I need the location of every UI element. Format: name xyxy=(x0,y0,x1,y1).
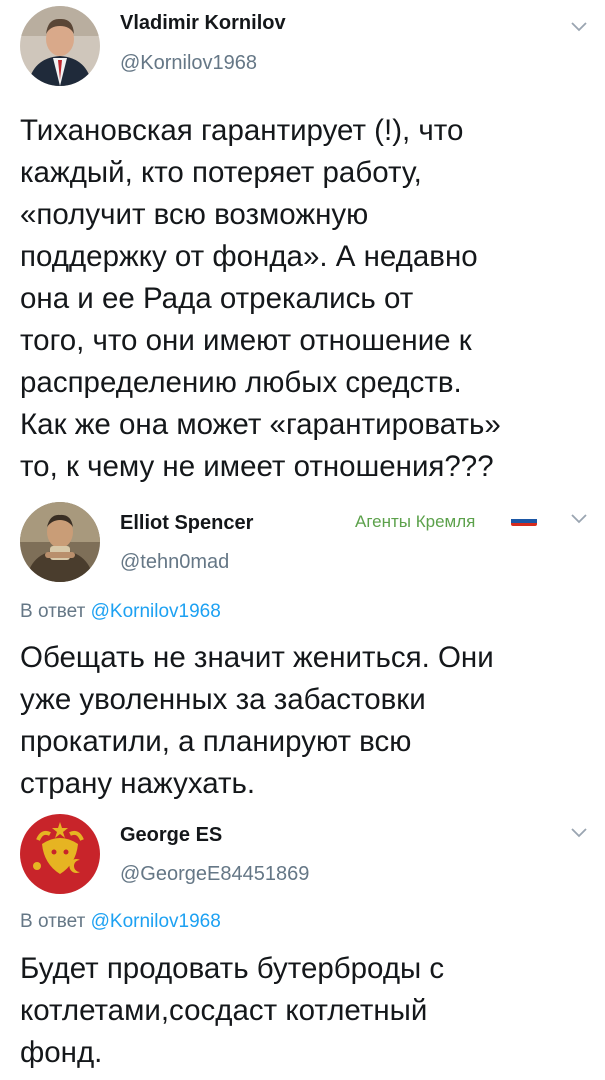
chevron-down-icon[interactable] xyxy=(571,514,587,524)
reply-mention-link[interactable]: @Kornilov1968 xyxy=(91,601,221,622)
display-name[interactable]: George ES xyxy=(120,824,222,847)
tweet-text-line: то, к чему не имеет отношения??? xyxy=(20,450,494,483)
display-name[interactable]: Vladimir Kornilov xyxy=(120,12,286,35)
avatar-portrait xyxy=(20,502,100,582)
tweet-text-line: Как же она может «гарантировать» xyxy=(20,408,501,441)
tweet-text-line: того, что они имеют отношение к xyxy=(20,324,472,357)
user-handle[interactable]: @tehn0mad xyxy=(120,551,229,574)
account-label: Агенты Кремля xyxy=(355,512,476,531)
tweet-text-line: она и ее Рада отрекались от xyxy=(20,282,414,315)
tweet-text-line: распределению любых средств. xyxy=(20,366,462,399)
tweet-3[interactable]: George ES @GeorgeE84451869 В ответ @Korn… xyxy=(0,808,605,1080)
tweet-text: Тихановская гарантирует (!), что каждый,… xyxy=(20,110,591,488)
reply-context: В ответ @Kornilov1968 xyxy=(20,911,221,933)
avatar[interactable] xyxy=(20,814,100,894)
avatar-portrait xyxy=(20,6,100,86)
tweet-text-line: котлетами,сосдаст котлетный xyxy=(20,994,428,1027)
avatar-emblem xyxy=(20,814,100,894)
chevron-down-icon[interactable] xyxy=(571,22,587,32)
tweet-text-line: прокатили, а планируют всю xyxy=(20,725,412,758)
user-handle[interactable]: @GeorgeE84451869 xyxy=(120,863,309,886)
tweet-text-line: поддержку от фонда». А недавно xyxy=(20,240,478,273)
chevron-down-icon[interactable] xyxy=(571,828,587,838)
russia-flag-icon xyxy=(511,516,537,526)
tweet-text: Обещать не значит жениться. Они уже увол… xyxy=(20,637,591,805)
user-handle[interactable]: @Kornilov1968 xyxy=(120,52,257,75)
tweet-1[interactable]: Vladimir Kornilov @Kornilov1968 Тихановс… xyxy=(0,0,605,505)
tweet-2[interactable]: Elliot Spencer @tehn0mad Агенты Кремля В… xyxy=(0,500,605,810)
tweet-text-line: фонд. xyxy=(20,1036,103,1069)
avatar[interactable] xyxy=(20,6,100,86)
tweet-text-line: уже уволенных за забастовки xyxy=(20,683,426,716)
reply-context: В ответ @Kornilov1968 xyxy=(20,601,221,623)
reply-prefix: В ответ xyxy=(20,601,91,622)
display-name[interactable]: Elliot Spencer xyxy=(120,512,253,535)
tweet-text-line: страну нажухать. xyxy=(20,767,256,800)
reply-mention-link[interactable]: @Kornilov1968 xyxy=(91,911,221,932)
tweet-text-line: Тихановская гарантирует (!), что xyxy=(20,114,464,147)
tweet-text-line: «получит всю возможную xyxy=(20,198,369,231)
avatar[interactable] xyxy=(20,502,100,582)
tweet-text-line: Обещать не значит жениться. Они xyxy=(20,641,494,674)
reply-prefix: В ответ xyxy=(20,911,91,932)
tweet-text-line: каждый, кто потеряет работу, xyxy=(20,156,422,189)
tweet-text-line: Будет продовать бутерброды с xyxy=(20,952,445,985)
tweet-text: Будет продовать бутерброды с котлетами,с… xyxy=(20,948,591,1074)
